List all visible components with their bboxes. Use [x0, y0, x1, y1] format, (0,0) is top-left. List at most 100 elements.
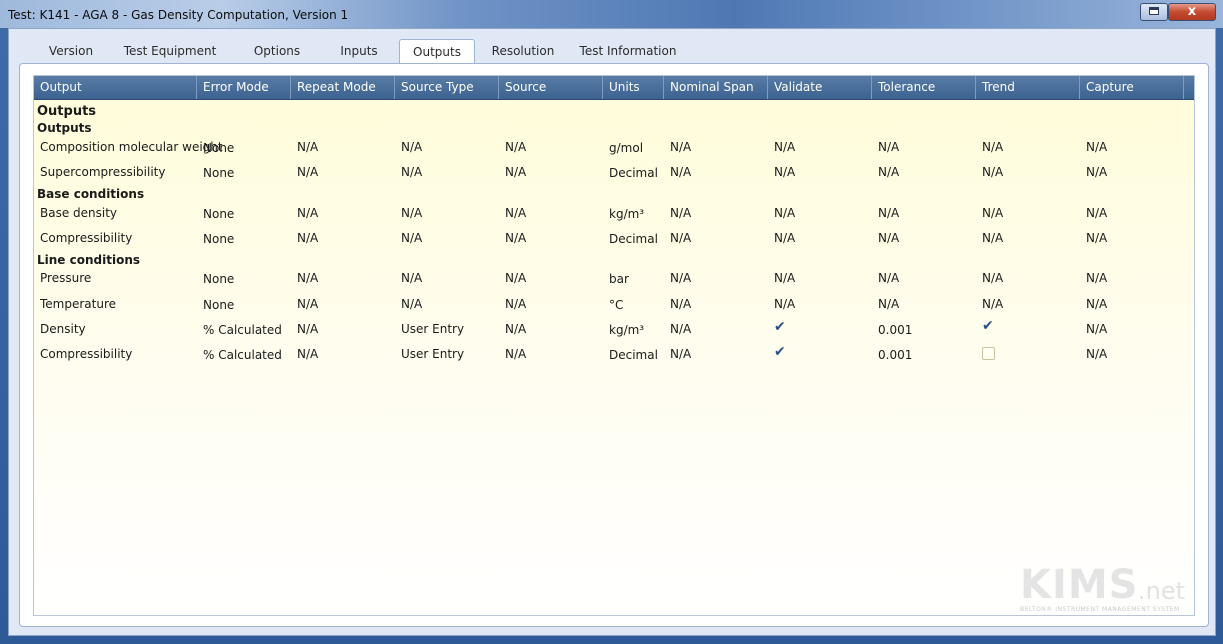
column-header-repeat-mode[interactable]: Repeat Mode — [291, 76, 395, 99]
cell-capture[interactable]: N/A — [1086, 297, 1107, 311]
cell-repeat-mode[interactable]: N/A — [297, 271, 318, 285]
column-header-output[interactable]: Output — [34, 76, 197, 99]
validate-checkbox-checked[interactable]: ✔ — [774, 345, 787, 359]
cell-tolerance[interactable]: N/A — [878, 206, 899, 220]
cell-source-type[interactable]: N/A — [401, 140, 422, 154]
cell-repeat-mode[interactable]: N/A — [297, 140, 318, 154]
cell-source[interactable]: N/A — [505, 271, 526, 285]
cell-source[interactable]: N/A — [505, 322, 526, 336]
cell-source[interactable]: N/A — [505, 140, 526, 154]
column-header-units[interactable]: Units — [603, 76, 664, 99]
cell-output[interactable]: Temperature — [40, 297, 116, 311]
cell-trend[interactable]: N/A — [982, 231, 1003, 245]
cell-repeat-mode[interactable]: N/A — [297, 347, 318, 361]
cell-nominal-span[interactable]: N/A — [670, 347, 691, 361]
cell-error-mode[interactable]: None — [203, 298, 234, 312]
cell-repeat-mode[interactable]: N/A — [297, 231, 318, 245]
cell-output[interactable]: Pressure — [40, 271, 91, 285]
trend-checkbox-unchecked[interactable] — [982, 347, 995, 360]
cell-repeat-mode[interactable]: N/A — [297, 165, 318, 179]
cell-units[interactable]: kg/m³ — [609, 323, 644, 337]
cell-error-mode[interactable]: None — [203, 232, 234, 246]
cell-tolerance[interactable]: 0.001 — [878, 323, 912, 337]
cell-validate[interactable]: N/A — [774, 140, 795, 154]
column-header-error-mode[interactable]: Error Mode — [197, 76, 291, 99]
cell-repeat-mode[interactable]: N/A — [297, 297, 318, 311]
cell-error-mode[interactable]: None — [203, 166, 234, 180]
cell-source[interactable]: N/A — [505, 206, 526, 220]
cell-units[interactable]: kg/m³ — [609, 207, 644, 221]
cell-output[interactable]: Supercompressibility — [40, 165, 165, 179]
cell-source-type[interactable]: N/A — [401, 165, 422, 179]
cell-nominal-span[interactable]: N/A — [670, 206, 691, 220]
cell-capture[interactable]: N/A — [1086, 140, 1107, 154]
cell-tolerance[interactable]: 0.001 — [878, 348, 912, 362]
tab-version[interactable]: Version — [37, 39, 105, 63]
column-header-source-type[interactable]: Source Type — [395, 76, 499, 99]
cell-source[interactable]: N/A — [505, 347, 526, 361]
cell-output[interactable]: Compressibility — [40, 347, 132, 361]
cell-capture[interactable]: N/A — [1086, 231, 1107, 245]
cell-repeat-mode[interactable]: N/A — [297, 206, 318, 220]
cell-source-type[interactable]: N/A — [401, 206, 422, 220]
cell-validate[interactable]: N/A — [774, 165, 795, 179]
cell-units[interactable]: g/mol — [609, 141, 643, 155]
cell-source[interactable]: N/A — [505, 297, 526, 311]
trend-checkbox-checked[interactable]: ✔ — [982, 319, 995, 333]
cell-error-mode[interactable]: % Calculated — [203, 348, 282, 362]
tab-inputs[interactable]: Inputs — [319, 39, 399, 63]
tab-test-information[interactable]: Test Information — [571, 39, 685, 63]
cell-output[interactable]: Density — [40, 322, 86, 336]
cell-units[interactable]: Decimal — [609, 232, 658, 246]
title-bar[interactable]: Test: K141 - AGA 8 - Gas Density Computa… — [0, 0, 1223, 28]
cell-tolerance[interactable]: N/A — [878, 271, 899, 285]
cell-trend[interactable]: N/A — [982, 297, 1003, 311]
cell-error-mode[interactable]: None — [203, 272, 234, 286]
cell-source-type[interactable]: User Entry — [401, 322, 464, 336]
tab-options[interactable]: Options — [235, 39, 319, 63]
cell-capture[interactable]: N/A — [1086, 206, 1107, 220]
cell-nominal-span[interactable]: N/A — [670, 322, 691, 336]
column-header-trend[interactable]: Trend — [976, 76, 1080, 99]
cell-output[interactable]: Compressibility — [40, 231, 132, 245]
cell-validate[interactable]: N/A — [774, 206, 795, 220]
cell-validate[interactable]: N/A — [774, 271, 795, 285]
cell-nominal-span[interactable]: N/A — [670, 231, 691, 245]
cell-units[interactable]: Decimal — [609, 348, 658, 362]
cell-source[interactable]: N/A — [505, 231, 526, 245]
validate-checkbox-checked[interactable]: ✔ — [774, 320, 787, 334]
cell-trend[interactable]: N/A — [982, 140, 1003, 154]
cell-units[interactable]: °C — [609, 298, 623, 312]
cell-source[interactable]: N/A — [505, 165, 526, 179]
cell-source-type[interactable]: User Entry — [401, 347, 464, 361]
cell-trend[interactable]: N/A — [982, 165, 1003, 179]
cell-capture[interactable]: N/A — [1086, 347, 1107, 361]
cell-source-type[interactable]: N/A — [401, 271, 422, 285]
cell-units[interactable]: bar — [609, 272, 629, 286]
cell-capture[interactable]: N/A — [1086, 165, 1107, 179]
tab-outputs[interactable]: Outputs — [399, 39, 475, 64]
cell-tolerance[interactable]: N/A — [878, 165, 899, 179]
column-header-tolerance[interactable]: Tolerance — [872, 76, 976, 99]
cell-repeat-mode[interactable]: N/A — [297, 322, 318, 336]
cell-capture[interactable]: N/A — [1086, 322, 1107, 336]
column-header-nominal-span[interactable]: Nominal Span — [664, 76, 768, 99]
cell-error-mode[interactable]: None — [203, 141, 234, 155]
column-header-source[interactable]: Source — [499, 76, 603, 99]
cell-validate[interactable]: N/A — [774, 231, 795, 245]
tab-resolution[interactable]: Resolution — [475, 39, 571, 63]
cell-nominal-span[interactable]: N/A — [670, 165, 691, 179]
column-header-capture[interactable]: Capture — [1080, 76, 1184, 99]
cell-tolerance[interactable]: N/A — [878, 297, 899, 311]
cell-nominal-span[interactable]: N/A — [670, 140, 691, 154]
cell-trend[interactable]: N/A — [982, 206, 1003, 220]
cell-output[interactable]: Base density — [40, 206, 117, 220]
cell-error-mode[interactable]: % Calculated — [203, 323, 282, 337]
cell-nominal-span[interactable]: N/A — [670, 271, 691, 285]
cell-units[interactable]: Decimal — [609, 166, 658, 180]
restore-button[interactable] — [1140, 3, 1168, 21]
close-button[interactable]: x — [1168, 3, 1216, 21]
cell-tolerance[interactable]: N/A — [878, 140, 899, 154]
cell-trend[interactable]: N/A — [982, 271, 1003, 285]
cell-tolerance[interactable]: N/A — [878, 231, 899, 245]
